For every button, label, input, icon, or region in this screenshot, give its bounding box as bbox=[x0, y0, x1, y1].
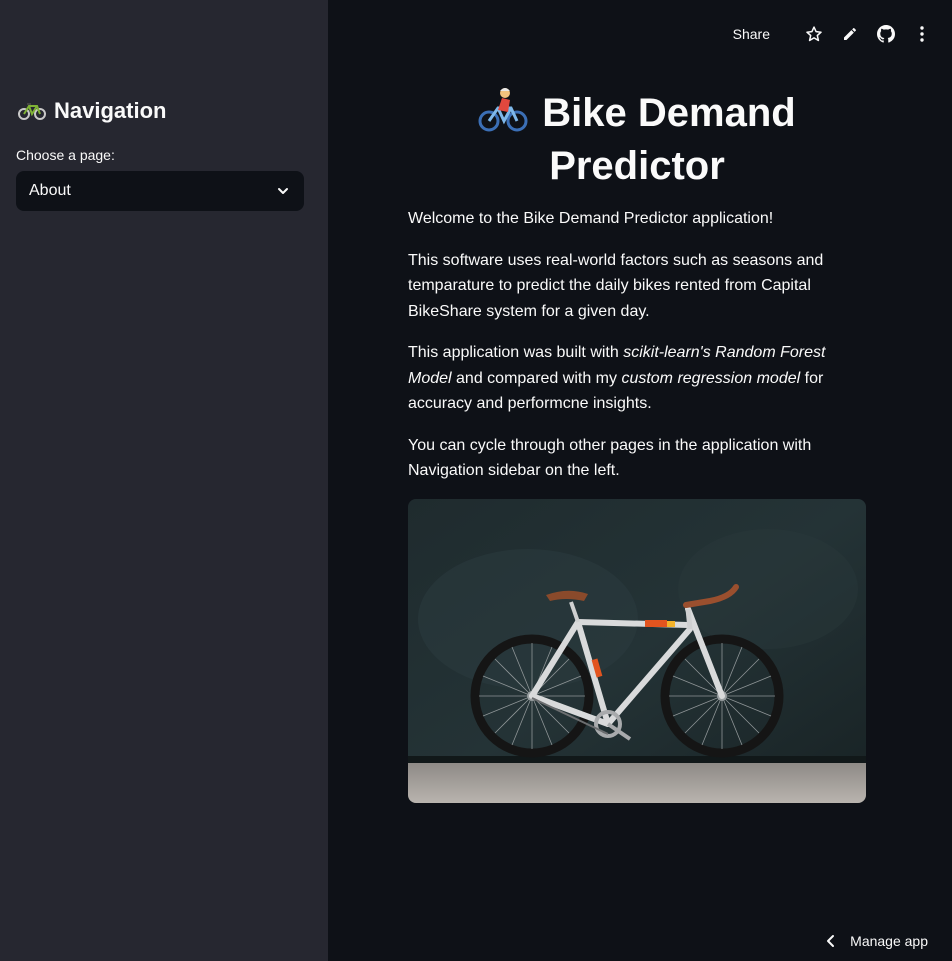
sidebar-title-text: Navigation bbox=[54, 98, 167, 123]
page-select-label: Choose a page: bbox=[16, 147, 115, 163]
sidebar: Navigation Choose a page: About bbox=[0, 0, 328, 961]
github-icon[interactable] bbox=[876, 24, 896, 44]
description-paragraph: This software uses real-world factors su… bbox=[408, 251, 824, 320]
page-select[interactable]: About bbox=[16, 171, 304, 211]
bicycle-icon bbox=[18, 103, 46, 120]
chevron-left-icon bbox=[827, 935, 835, 947]
welcome-paragraph: Welcome to the Bike Demand Predictor app… bbox=[408, 210, 774, 227]
model-text-b: and compared with my bbox=[451, 369, 622, 387]
more-vertical-icon[interactable] bbox=[912, 24, 932, 44]
model-paragraph: This application was built with scikit-l… bbox=[408, 340, 870, 417]
manage-app-button[interactable]: Manage app bbox=[826, 933, 928, 949]
share-button[interactable]: Share bbox=[733, 26, 770, 42]
pencil-icon[interactable] bbox=[840, 24, 860, 44]
header-toolbar: Share bbox=[733, 22, 932, 46]
person-biking-icon bbox=[478, 88, 528, 132]
page-select-value: About bbox=[29, 182, 71, 199]
app-root: Navigation Choose a page: About Share Bi… bbox=[0, 0, 952, 961]
navigation-paragraph: You can cycle through other pages in the… bbox=[408, 436, 812, 480]
model-text-a: This application was built with bbox=[408, 344, 624, 361]
page-title-text: Bike Demand Predictor bbox=[542, 91, 796, 188]
sidebar-title: Navigation bbox=[18, 98, 166, 124]
chevron-down-icon bbox=[278, 188, 288, 194]
page-title: Bike Demand Predictor bbox=[408, 86, 866, 193]
bike-photo bbox=[408, 499, 866, 803]
star-icon[interactable] bbox=[804, 24, 824, 44]
custom-model-emphasis: custom regression model bbox=[621, 369, 801, 387]
main-content: Welcome to the Bike Demand Predictor app… bbox=[408, 206, 870, 500]
manage-app-label: Manage app bbox=[850, 933, 928, 949]
